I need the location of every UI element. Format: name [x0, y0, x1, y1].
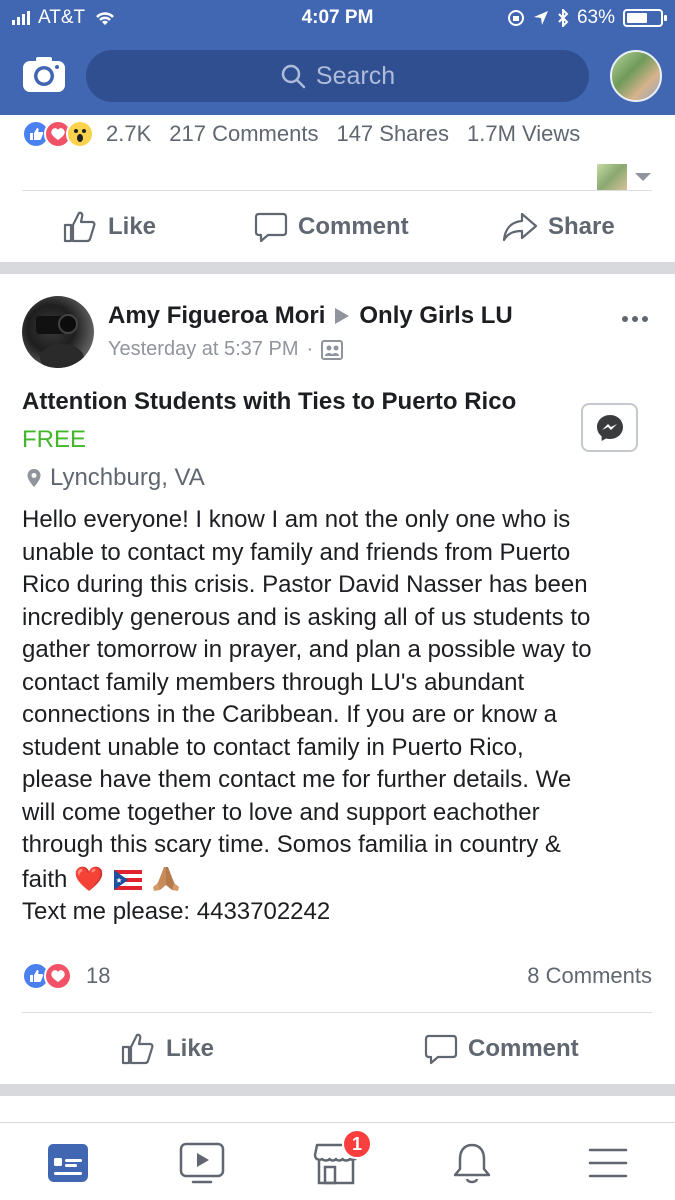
battery-icon	[623, 9, 667, 27]
audience-selector[interactable]	[597, 164, 651, 190]
bell-icon	[453, 1143, 491, 1184]
contact-line: Text me please: 4433702242	[22, 898, 331, 925]
post-stats: 18 8 Comments	[22, 958, 652, 994]
body-line: student unable to contact family in Puer…	[22, 733, 524, 761]
item-price: FREE	[22, 426, 87, 453]
thumbs-up-icon	[63, 211, 96, 243]
body-line: Hello everyone! I know I am not the only…	[22, 506, 571, 533]
item-location: Lynchburg, VA	[26, 464, 205, 492]
tab-news-feed[interactable]	[44, 1139, 92, 1187]
tab-menu[interactable]	[584, 1139, 632, 1187]
share-arrow-icon	[502, 212, 538, 242]
search-placeholder: Search	[315, 61, 396, 90]
divider	[22, 190, 652, 191]
camera-icon	[23, 57, 65, 92]
view-count[interactable]: 1.7M Views	[467, 121, 580, 147]
post-timestamp[interactable]: Yesterday at 5:37 PM	[108, 338, 299, 361]
tab-watch[interactable]	[178, 1139, 226, 1187]
camera-button[interactable]	[22, 55, 66, 93]
comment-count[interactable]: 217 Comments	[169, 121, 318, 147]
body-line: incredibly generous and is asking all of…	[22, 603, 591, 631]
body-line: through this scary time. Somos familia i…	[22, 831, 561, 858]
meta-separator: ·	[306, 338, 314, 360]
top-header: AT&T 4:07 PM 63% Search	[0, 0, 675, 115]
post-header: Amy Figueroa Mori Only Girls LU	[108, 302, 513, 330]
post-body: Hello everyone! I know I am not the only…	[22, 504, 662, 929]
messenger-button[interactable]	[581, 403, 638, 452]
arrow-right-icon	[335, 308, 350, 324]
location-arrow-icon	[533, 11, 548, 25]
comment-button[interactable]: Comment	[254, 211, 409, 243]
comment-button[interactable]: Comment	[424, 1033, 579, 1065]
bottom-tab-bar: 1	[0, 1122, 675, 1200]
group-audience-icon	[321, 339, 344, 360]
dot-icon	[622, 316, 628, 322]
search-input[interactable]: Search	[86, 50, 589, 102]
chevron-down-icon	[635, 173, 651, 181]
tab-marketplace[interactable]: 1	[312, 1129, 372, 1187]
love-reaction-icon	[44, 962, 72, 990]
profile-avatar[interactable]	[610, 50, 662, 102]
comment-label: Comment	[298, 213, 409, 240]
comment-bubble-icon	[254, 212, 288, 243]
reactions-summary[interactable]	[22, 120, 94, 148]
body-last-word: faith	[22, 865, 68, 893]
battery-percent: 63%	[576, 7, 615, 28]
like-label: Like	[108, 213, 157, 240]
rotation-lock-icon	[507, 10, 524, 26]
news-feed-icon	[48, 1144, 88, 1182]
tab-notifications[interactable]	[448, 1139, 496, 1187]
comment-label: Comment	[468, 1035, 579, 1062]
group-name[interactable]: Only Girls LU	[359, 302, 512, 330]
body-line: contact family members through LU's abun…	[22, 668, 525, 696]
comment-bubble-icon	[424, 1034, 458, 1065]
feed-separator	[0, 262, 675, 274]
thumbs-up-icon	[121, 1033, 154, 1065]
location-label: Lynchburg, VA	[50, 464, 205, 491]
location-pin-icon	[27, 469, 41, 487]
author-name[interactable]: Amy Figueroa Mori	[108, 302, 325, 330]
previous-post-stats: 2.7K 217 Comments 147 Shares 1.7M Views	[22, 116, 652, 152]
wow-reaction-icon	[66, 120, 94, 148]
profile-thumbnail	[597, 164, 627, 190]
previous-post-actions: Like Comment Share	[0, 194, 675, 260]
post-actions: Like Comment	[0, 1016, 675, 1082]
reaction-count[interactable]: 18	[86, 963, 110, 989]
like-label: Like	[166, 1035, 215, 1062]
bluetooth-icon	[558, 9, 569, 27]
share-label: Share	[548, 213, 615, 240]
more-options-button[interactable]	[622, 316, 648, 322]
like-button[interactable]: Like	[120, 1032, 214, 1066]
author-avatar[interactable]	[22, 296, 94, 368]
share-count[interactable]: 147 Shares	[336, 121, 449, 147]
puerto-rico-flag-icon	[113, 869, 142, 890]
divider	[22, 1012, 652, 1013]
reaction-count[interactable]: 2.7K	[106, 121, 151, 147]
praying-hands-icon	[153, 866, 180, 891]
body-line: connections in the Caribbean. If you are…	[22, 701, 557, 728]
dot-icon	[632, 316, 638, 322]
share-button[interactable]: Share	[502, 212, 615, 242]
hamburger-menu-icon	[588, 1148, 628, 1178]
body-line: please have them contact me for further …	[22, 766, 572, 793]
body-line: unable to contact my family and friends …	[22, 538, 571, 566]
heart-emoji-icon: ❤️	[74, 865, 104, 893]
reactions-summary[interactable]	[22, 962, 72, 990]
item-title[interactable]: Attention Students with Ties to Puerto R…	[22, 388, 516, 416]
body-line: faith ❤️	[22, 864, 662, 897]
feed-separator	[0, 1084, 675, 1096]
dot-icon	[642, 316, 648, 322]
messenger-icon	[596, 414, 623, 441]
body-line: gather tomorrow in prayer, and plan a po…	[22, 636, 592, 663]
like-button[interactable]: Like	[62, 210, 156, 244]
body-line: will come together to love and support e…	[22, 798, 540, 826]
watch-video-icon	[179, 1142, 225, 1184]
search-icon	[281, 64, 306, 89]
post-meta: Yesterday at 5:37 PM ·	[108, 338, 344, 361]
body-line: Rico during this crisis. Pastor David Na…	[22, 571, 588, 598]
comment-count[interactable]: 8 Comments	[527, 963, 652, 989]
status-bar: AT&T 4:07 PM 63%	[0, 0, 675, 38]
notification-badge: 1	[342, 1129, 372, 1159]
